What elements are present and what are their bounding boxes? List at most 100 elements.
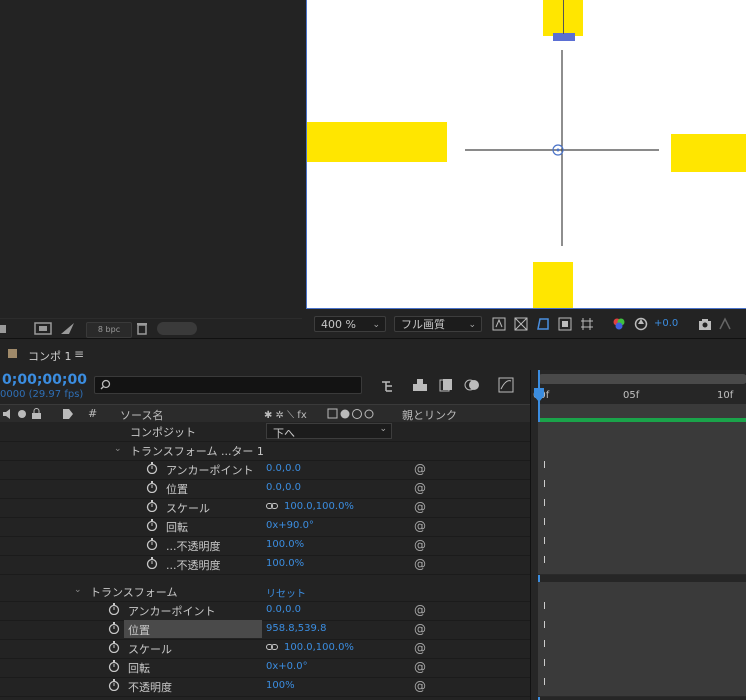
keyframe-icon[interactable]: I <box>543 658 548 669</box>
track-row[interactable]: I <box>538 601 746 621</box>
track-row[interactable] <box>538 441 746 461</box>
property-row-composite[interactable]: コンポジット 下へ ⌄ <box>0 422 530 442</box>
property-row-end-opacity[interactable]: ...不透明度 100.0% @ <box>0 555 530 575</box>
track-row[interactable]: I <box>538 479 746 499</box>
track-row[interactable]: I <box>538 555 746 575</box>
keyframe-icon[interactable]: I <box>543 677 548 688</box>
layer-search-input[interactable] <box>94 376 362 394</box>
pick-whip-icon[interactable]: @ <box>414 557 426 571</box>
composition-icon[interactable] <box>34 322 52 335</box>
property-value[interactable]: 0.0,0.0 <box>266 604 301 615</box>
color-management-icon[interactable] <box>634 317 648 331</box>
column-parent-link[interactable]: 親とリンク <box>402 407 457 423</box>
solo-icon[interactable] <box>17 409 27 419</box>
current-time-display[interactable]: 0;00;00;00 <box>2 372 87 388</box>
grid-guides-icon[interactable] <box>580 317 594 331</box>
keyframe-icon[interactable]: I <box>543 536 548 547</box>
property-value[interactable]: 100.0,100.0% <box>284 501 354 512</box>
property-value[interactable]: 0x+0.0° <box>266 661 308 672</box>
pick-whip-icon[interactable]: @ <box>414 462 426 476</box>
property-row-scale[interactable]: スケール 100.0,100.0% @ <box>0 498 530 518</box>
keyframe-icon[interactable]: I <box>543 460 548 471</box>
track-row[interactable]: I <box>538 460 746 480</box>
property-value[interactable]: 100.0% <box>266 539 304 550</box>
track-row[interactable]: I <box>538 658 746 678</box>
property-value[interactable]: 0.0,0.0 <box>266 463 301 474</box>
work-area-bar[interactable] <box>538 404 746 418</box>
switches-icons[interactable]: ✱ ✲ ⟍ fx <box>264 408 384 420</box>
property-row-start-opacity[interactable]: ...不透明度 100.0% @ <box>0 536 530 556</box>
twirl-down-icon[interactable]: ⌄ <box>114 444 122 454</box>
keyframe-icon[interactable]: I <box>543 517 548 528</box>
track-row[interactable]: I <box>538 620 746 640</box>
property-group-transform-repeater[interactable]: ⌄ トランスフォーム ...ター 1 <box>0 441 530 461</box>
track-row[interactable]: I <box>538 498 746 518</box>
track-row[interactable]: I <box>538 517 746 537</box>
track-row[interactable] <box>538 582 746 602</box>
stopwatch-icon[interactable] <box>108 679 120 691</box>
time-navigator[interactable] <box>538 374 746 384</box>
composition-mini-flowchart-icon[interactable] <box>380 379 396 393</box>
property-row-position[interactable]: 位置 0.0,0.0 @ <box>0 479 530 499</box>
crosshair-icon[interactable] <box>457 50 667 250</box>
keyframe-icon[interactable]: I <box>543 601 548 612</box>
pick-whip-icon[interactable]: @ <box>414 603 426 617</box>
frame-blending-icon[interactable] <box>438 378 454 392</box>
region-of-interest-icon[interactable] <box>558 317 572 331</box>
stopwatch-icon[interactable] <box>108 622 120 634</box>
property-row-rotation[interactable]: 回転 0x+90.0° @ <box>0 517 530 537</box>
keyframe-icon[interactable]: I <box>543 639 548 650</box>
lock-icon[interactable] <box>31 408 42 420</box>
thumbnail-slider[interactable] <box>157 322 197 335</box>
snapshot-icon[interactable] <box>698 317 712 331</box>
channel-icon[interactable] <box>612 317 626 331</box>
pick-whip-icon[interactable]: @ <box>414 679 426 693</box>
column-source-name[interactable]: ソース名 <box>120 407 163 423</box>
property-row-anchor-point[interactable]: アンカーポイント 0.0,0.0 @ <box>0 601 530 621</box>
label-icon[interactable] <box>62 408 74 420</box>
trash-icon[interactable] <box>136 322 148 335</box>
property-value[interactable]: 100.0,100.0% <box>284 642 354 653</box>
keyframe-icon[interactable]: I <box>543 620 548 631</box>
property-value[interactable]: 0.0,0.0 <box>266 482 301 493</box>
composite-dropdown[interactable]: 下へ ⌄ <box>266 423 392 440</box>
stopwatch-icon[interactable] <box>108 641 120 653</box>
draft-3d-icon[interactable] <box>412 378 428 392</box>
stopwatch-icon[interactable] <box>146 462 158 474</box>
viewer-canvas[interactable] <box>306 0 746 309</box>
keyframe-icon[interactable]: I <box>543 555 548 566</box>
stopwatch-icon[interactable] <box>146 519 158 531</box>
motion-blur-icon[interactable] <box>464 378 480 392</box>
reset-link[interactable]: リセット <box>266 585 306 600</box>
pick-whip-icon[interactable]: @ <box>414 622 426 636</box>
show-snapshot-icon[interactable] <box>718 317 732 331</box>
track-row[interactable]: I <box>538 677 746 697</box>
constrain-proportions-icon[interactable] <box>266 643 278 652</box>
property-row-scale[interactable]: スケール 100.0,100.0% @ <box>0 639 530 659</box>
panel-menu-icon[interactable]: ≡ <box>74 347 84 361</box>
playhead-handle-icon[interactable] <box>533 386 545 404</box>
constrain-proportions-icon[interactable] <box>266 502 278 511</box>
track-row[interactable] <box>538 422 746 442</box>
keyframe-icon[interactable]: I <box>543 479 548 490</box>
pick-whip-icon[interactable]: @ <box>414 660 426 674</box>
property-group-transform[interactable]: ⌄ トランスフォーム リセット <box>0 582 530 602</box>
bit-depth-button[interactable]: 8 bpc <box>86 322 132 338</box>
graph-editor-icon[interactable] <box>498 377 514 393</box>
audio-icon[interactable] <box>2 408 14 420</box>
property-value[interactable]: 100% <box>266 680 295 691</box>
track-row[interactable]: I <box>538 639 746 659</box>
property-value[interactable]: 0x+90.0° <box>266 520 314 531</box>
track-row[interactable]: I <box>538 536 746 556</box>
stopwatch-icon[interactable] <box>146 481 158 493</box>
render-queue-icon[interactable] <box>60 322 76 335</box>
property-row-opacity[interactable]: 不透明度 100% @ <box>0 677 530 697</box>
exposure-value[interactable]: +0.0 <box>654 318 678 329</box>
pick-whip-icon[interactable]: @ <box>414 519 426 533</box>
keyframe-icon[interactable]: I <box>543 498 548 509</box>
stopwatch-icon[interactable] <box>108 603 120 615</box>
resolution-dropdown[interactable]: フル画質 ⌄ <box>394 316 482 332</box>
pick-whip-icon[interactable]: @ <box>414 641 426 655</box>
transparency-grid-icon[interactable] <box>514 317 528 331</box>
folder-icon[interactable] <box>0 322 6 335</box>
